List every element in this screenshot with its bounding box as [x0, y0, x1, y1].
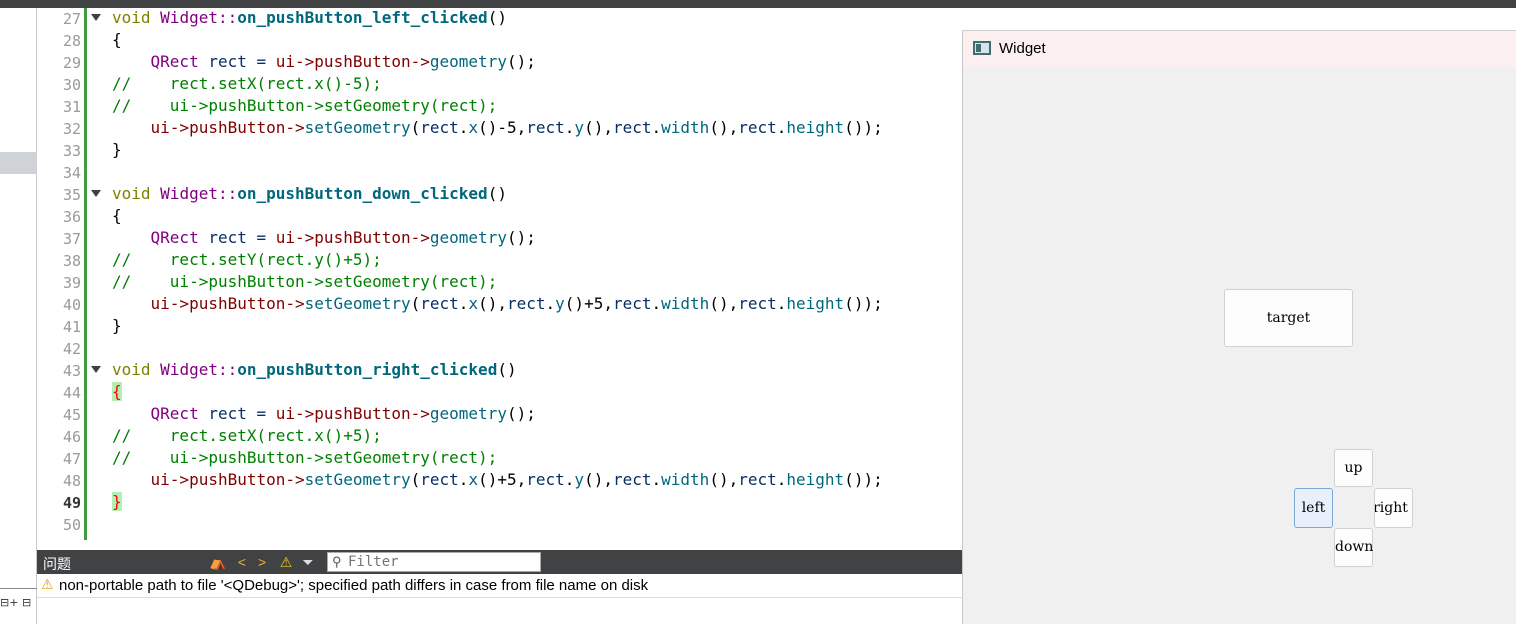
modified-lines-marker [84, 8, 87, 540]
line-number: 48 [62, 472, 81, 490]
line-number: 40 [62, 296, 81, 314]
warning-icon: ⚠ [41, 576, 54, 592]
line-number: 45 [62, 406, 81, 424]
line-number: 29 [62, 54, 81, 72]
top-toolbar [0, 0, 1516, 8]
fold-arrow-icon[interactable] [91, 190, 101, 197]
code-line-32[interactable]: ui->pushButton->setGeometry(rect.x()-5,r… [112, 118, 883, 140]
code-line-38[interactable]: // rect.setY(rect.y()+5); [112, 250, 382, 272]
search-icon: ⚲ [332, 554, 342, 569]
line-number: 33 [62, 142, 81, 160]
line-number: 46 [62, 428, 81, 446]
clean-icon[interactable]: ⛺ [209, 553, 227, 571]
line-number: 39 [62, 274, 81, 292]
next-icon[interactable]: > [253, 553, 271, 571]
warning-filter-icon[interactable]: ⚠ [277, 553, 295, 571]
line-number: 37 [62, 230, 81, 248]
window-titlebar[interactable]: Widget [963, 31, 1516, 67]
line-number: 31 [62, 98, 81, 116]
issues-pane-header: 问题 ⛺ < > ⚠ ⏷ ⚲ [37, 550, 962, 574]
line-number: 35 [62, 186, 81, 204]
line-number: 30 [62, 76, 81, 94]
left-side-panel: ⊟+ ⊟ [0, 8, 37, 624]
fold-arrow-icon[interactable] [91, 14, 101, 21]
filter-icon[interactable]: ⏷ [299, 553, 317, 571]
app-window-icon [973, 41, 991, 55]
line-number: 34 [62, 164, 81, 182]
up-button[interactable]: up [1334, 449, 1373, 487]
code-line-30[interactable]: // rect.setX(rect.x()-5); [112, 74, 382, 96]
panel-controls[interactable]: ⊟+ ⊟ [0, 596, 37, 610]
down-button[interactable]: down [1334, 528, 1373, 567]
close-panel-icon[interactable]: ⊟ [22, 596, 31, 609]
filter-input[interactable] [348, 554, 536, 570]
panel-divider [0, 588, 37, 589]
issue-message: non-portable path to file '<QDebug>'; sp… [59, 577, 649, 594]
code-line-48[interactable]: ui->pushButton->setGeometry(rect.x()+5,r… [112, 470, 883, 492]
code-line-44[interactable]: { [112, 382, 122, 404]
code-line-47[interactable]: // ui->pushButton->setGeometry(rect); [112, 448, 497, 470]
line-number: 41 [62, 318, 81, 336]
matched-brace: } [112, 492, 122, 511]
line-number: 49 [62, 494, 81, 512]
line-number: 50 [62, 516, 81, 534]
code-line-46[interactable]: // rect.setX(rect.x()+5); [112, 426, 382, 448]
code-line-37[interactable]: QRect rect = ui->pushButton->geometry(); [112, 228, 536, 250]
code-line-39[interactable]: // ui->pushButton->setGeometry(rect); [112, 272, 497, 294]
code-line-27[interactable]: void Widget::on_pushButton_left_clicked(… [112, 8, 507, 30]
filter-box[interactable]: ⚲ [327, 552, 541, 572]
selected-item-highlight[interactable] [0, 152, 37, 174]
code-line-41[interactable]: } [112, 316, 122, 338]
code-line-29[interactable]: QRect rect = ui->pushButton->geometry(); [112, 52, 536, 74]
target-button[interactable]: target [1224, 289, 1353, 347]
line-number: 42 [62, 340, 81, 358]
line-number: 38 [62, 252, 81, 270]
code-line-45[interactable]: QRect rect = ui->pushButton->geometry(); [112, 404, 536, 426]
code-line-49[interactable]: } [112, 492, 122, 514]
line-number: 27 [62, 10, 81, 28]
code-line-33[interactable]: } [112, 140, 122, 162]
left-button[interactable]: left [1294, 488, 1333, 528]
line-number: 47 [62, 450, 81, 468]
issues-title: 问题 [43, 556, 71, 572]
code-line-28[interactable]: { [112, 30, 122, 52]
right-button[interactable]: right [1374, 488, 1413, 528]
issue-row[interactable]: ⚠ non-portable path to file '<QDebug>'; … [37, 574, 962, 598]
matched-brace: { [112, 382, 122, 401]
line-number: 43 [62, 362, 81, 380]
widget-window: Widget target up left right down [962, 30, 1516, 624]
window-title: Widget [999, 40, 1046, 57]
line-number: 32 [62, 120, 81, 138]
code-line-40[interactable]: ui->pushButton->setGeometry(rect.x(),rec… [112, 294, 883, 316]
fold-arrow-icon[interactable] [91, 366, 101, 373]
code-line-43[interactable]: void Widget::on_pushButton_right_clicked… [112, 360, 517, 382]
code-line-35[interactable]: void Widget::on_pushButton_down_clicked(… [112, 184, 507, 206]
prev-icon[interactable]: < [233, 553, 251, 571]
line-number: 28 [62, 32, 81, 50]
line-number: 36 [62, 208, 81, 226]
line-number: 44 [62, 384, 81, 402]
split-icon[interactable]: ⊟+ [0, 596, 18, 609]
code-line-31[interactable]: // ui->pushButton->setGeometry(rect); [112, 96, 497, 118]
code-line-36[interactable]: { [112, 206, 122, 228]
